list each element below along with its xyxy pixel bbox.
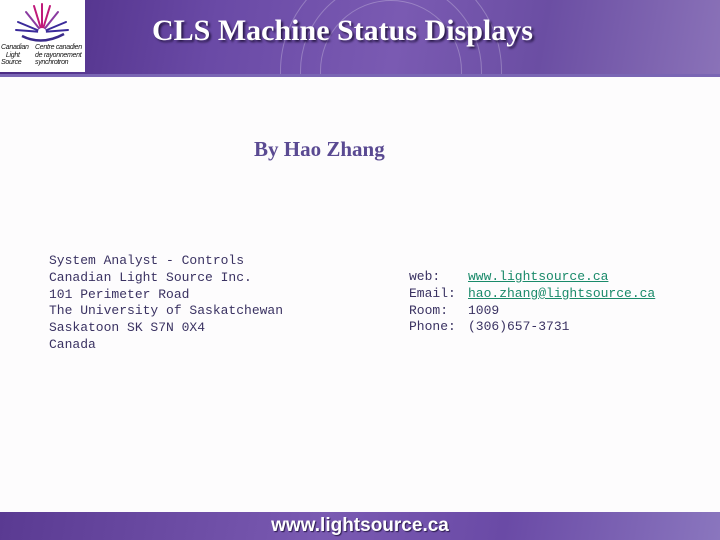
- web-link[interactable]: www.lightsource.ca: [468, 269, 608, 286]
- phone-value: (306)657-3731: [468, 319, 570, 335]
- address-line: Saskatoon SK S7N 0X4: [49, 320, 206, 336]
- email-label: Email:: [409, 285, 456, 301]
- contact-room-row: Room: 1009: [409, 303, 655, 320]
- contact-block: web: www.lightsource.ca Email: hao.zhang…: [409, 269, 655, 336]
- logo-text-en: Canadian Light Source: [1, 44, 29, 66]
- author-byline: By Hao Zhang: [254, 137, 385, 161]
- contact-web-row: web: www.lightsource.ca: [409, 269, 655, 286]
- contact-phone-row: Phone: (306)657-3731: [409, 319, 655, 336]
- cls-maple-leaf-burst-icon: [15, 3, 69, 42]
- address-block: System Analyst - Controls Canadian Light…: [49, 253, 283, 354]
- footer-banner: www.lightsource.ca: [0, 512, 720, 540]
- header-banner: Canadian Light Source Centre canadien de …: [0, 0, 720, 77]
- room-value: 1009: [468, 302, 500, 318]
- address-line: Canada: [49, 336, 96, 352]
- web-label: web:: [409, 269, 441, 284]
- address-line: Canadian Light Source Inc.: [49, 269, 252, 285]
- phone-label: Phone:: [409, 319, 456, 335]
- footer-url: www.lightsource.ca: [271, 515, 449, 536]
- address-line: System Analyst - Controls: [49, 253, 245, 268]
- room-label: Room:: [409, 302, 449, 318]
- contact-email-row: Email: hao.zhang@lightsource.ca: [409, 286, 655, 303]
- page-title: CLS Machine Status Displays: [152, 14, 533, 47]
- address-line: 101 Perimeter Road: [49, 286, 190, 302]
- cls-logo: Canadian Light Source Centre canadien de …: [0, 0, 85, 72]
- logo-text-fr: Centre canadien de rayonnement synchrotr…: [35, 44, 82, 66]
- email-link[interactable]: hao.zhang@lightsource.ca: [468, 286, 655, 303]
- address-line: The University of Saskatchewan: [49, 303, 284, 319]
